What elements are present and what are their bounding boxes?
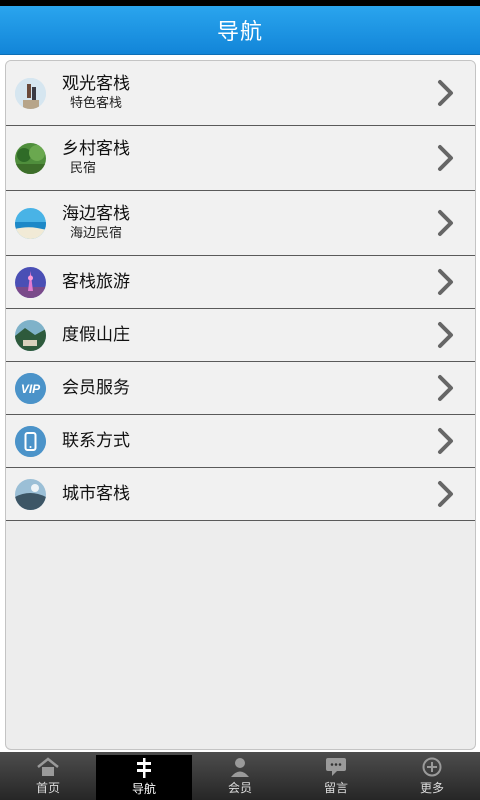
tab-bar: 首页 导航 会员 留言 更多 bbox=[0, 752, 480, 800]
nav-item-countryside[interactable]: 乡村客栈 民宿 bbox=[6, 126, 475, 191]
nav-item-title: 度假山庄 bbox=[62, 325, 130, 345]
beach-photo-icon bbox=[15, 207, 46, 239]
nav-item-title: 海边客栈 bbox=[62, 204, 130, 224]
nav-item-title: 客栈旅游 bbox=[62, 272, 130, 292]
nav-item-city[interactable]: 城市客栈 bbox=[6, 468, 475, 521]
header-bar: 导航 bbox=[0, 6, 480, 55]
more-icon bbox=[422, 757, 442, 776]
tab-label: 会员 bbox=[227, 780, 252, 795]
resort-photo-icon bbox=[15, 319, 46, 351]
nav-item-subtitle: 海边民宿 bbox=[70, 226, 123, 241]
phone-icon bbox=[15, 425, 46, 457]
sightseeing-photo-icon bbox=[15, 77, 46, 109]
nav-item-title: 乡村客栈 bbox=[62, 139, 130, 159]
nav-list: 观光客栈 特色客栈 乡村客栈 民宿 海边客栈 海边民宿 客栈旅游 度假山庄 VI… bbox=[5, 60, 476, 750]
member-icon bbox=[231, 757, 249, 777]
svg-text:VIP: VIP bbox=[21, 382, 41, 396]
message-icon bbox=[326, 757, 346, 776]
nav-item-title: 城市客栈 bbox=[62, 484, 130, 504]
tab-navigation[interactable]: 导航 bbox=[96, 755, 192, 800]
tab-member[interactable]: 会员 bbox=[192, 752, 288, 800]
tab-more[interactable]: 更多 bbox=[384, 752, 480, 800]
nav-item-sightseeing[interactable]: 观光客栈 特色客栈 bbox=[6, 61, 475, 126]
nav-item-title: 观光客栈 bbox=[62, 74, 130, 94]
signpost-icon bbox=[137, 758, 151, 778]
tab-label: 首页 bbox=[35, 780, 60, 795]
chevron-right-icon bbox=[438, 481, 453, 507]
tab-label: 导航 bbox=[131, 782, 156, 796]
vip-icon: VIP bbox=[15, 372, 46, 404]
tab-home[interactable]: 首页 bbox=[0, 752, 96, 800]
chevron-right-icon bbox=[438, 210, 453, 236]
nav-item-title: 会员服务 bbox=[62, 378, 130, 398]
nav-item-subtitle: 民宿 bbox=[70, 161, 97, 176]
chevron-right-icon bbox=[438, 322, 453, 348]
nav-item-resort[interactable]: 度假山庄 bbox=[6, 309, 475, 362]
tab-label: 留言 bbox=[323, 780, 348, 795]
countryside-photo-icon bbox=[15, 142, 46, 174]
nav-item-contact[interactable]: 联系方式 bbox=[6, 415, 475, 468]
chevron-right-icon bbox=[438, 269, 453, 295]
tab-message[interactable]: 留言 bbox=[288, 752, 384, 800]
nav-item-travel[interactable]: 客栈旅游 bbox=[6, 256, 475, 309]
chevron-right-icon bbox=[438, 428, 453, 454]
nav-item-vip[interactable]: VIP 会员服务 bbox=[6, 362, 475, 415]
nav-item-subtitle: 特色客栈 bbox=[70, 96, 123, 111]
tower-photo-icon bbox=[15, 266, 46, 298]
chevron-right-icon bbox=[438, 80, 453, 106]
tab-label: 更多 bbox=[419, 780, 444, 795]
nav-item-beach[interactable]: 海边客栈 海边民宿 bbox=[6, 191, 475, 256]
nav-item-title: 联系方式 bbox=[62, 431, 130, 451]
chevron-right-icon bbox=[438, 145, 453, 171]
page-title: 导航 bbox=[216, 20, 263, 45]
home-icon bbox=[37, 756, 59, 776]
chevron-right-icon bbox=[438, 375, 453, 401]
city-photo-icon bbox=[15, 478, 46, 510]
